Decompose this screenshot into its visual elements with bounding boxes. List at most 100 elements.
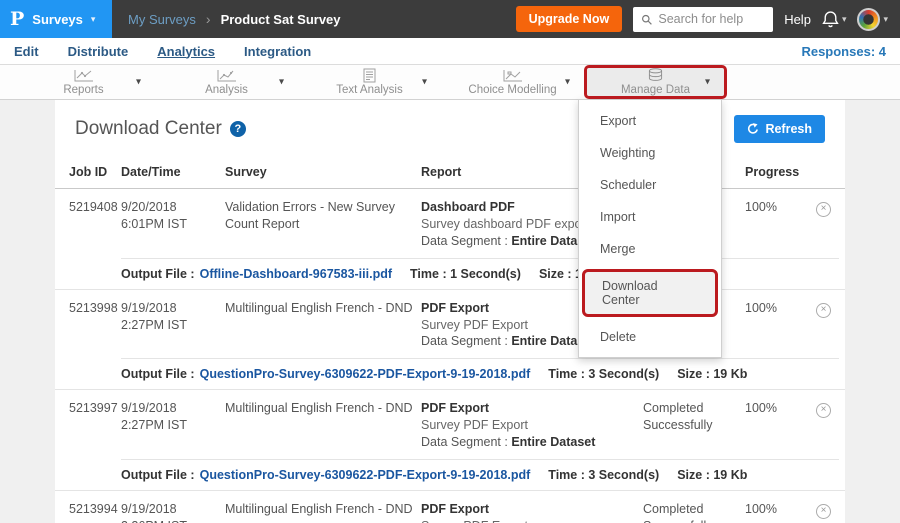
job-report: PDF Export Survey PDF Export Data Segmen… [421,501,643,523]
breadcrumb: My Surveys › Product Sat Survey [128,11,341,27]
menu-item-download-center[interactable]: Download Center [582,269,718,317]
job-survey: Multilingual English French - DND [225,501,421,523]
job-id: 5219408 [69,199,121,250]
help-link[interactable]: Help [784,12,811,27]
tab-integration[interactable]: Integration [244,44,311,59]
content-area: Download Center ? Refresh Job ID Date/Ti… [0,100,900,523]
job-datetime: 9/20/2018 6:01PM IST [121,199,225,250]
analysis-chart-icon [216,69,238,83]
chevron-down-icon[interactable]: ▾ [136,77,141,88]
job-progress: 100% [745,300,797,351]
refresh-button[interactable]: Refresh [734,115,825,143]
segment-label: Data Segment : [421,334,511,348]
toolbar-label: Analysis [205,84,248,96]
responses-count[interactable]: Responses: 4 [801,44,886,59]
output-file-label: Output File : [121,367,195,381]
upgrade-now-button[interactable]: Upgrade Now [516,6,623,32]
output-file-link[interactable]: QuestionPro-Survey-6309622-PDF-Export-9-… [200,367,531,381]
toolbar-item-text-analysis[interactable]: Text Analysis ▾ [298,65,441,99]
col-header-progress: Progress [745,165,797,179]
output-file-link[interactable]: Offline-Dashboard-967583-iii.pdf [200,267,392,281]
chevron-down-icon[interactable]: ▾ [565,77,570,88]
toolbar-item-reports[interactable]: Reports ▾ [12,65,155,99]
download-center-panel: Download Center ? Refresh Job ID Date/Ti… [55,100,845,523]
cancel-job-icon[interactable]: × [816,403,831,418]
breadcrumb-my-surveys[interactable]: My Surveys [128,12,196,27]
output-file-link[interactable]: QuestionPro-Survey-6309622-PDF-Export-9-… [200,468,531,482]
job-progress: 100% [745,400,797,451]
menu-item-delete[interactable]: Delete [579,321,721,353]
chevron-down-icon: ▾ [91,14,96,25]
chevron-down-icon[interactable]: ▾ [279,77,284,88]
search-input[interactable] [658,12,765,26]
breadcrumb-separator-icon: › [206,11,211,27]
col-header-actions [797,165,831,179]
product-switcher[interactable]: P Surveys ▾ [0,0,112,38]
chevron-down-icon: ▾ [883,14,888,25]
refresh-icon [747,123,759,135]
tab-edit[interactable]: Edit [14,44,39,59]
segment-label: Data Segment : [421,435,511,449]
cancel-job-icon[interactable]: × [816,504,831,519]
job-survey: Multilingual English French - DND [225,400,421,451]
account-menu[interactable]: ▾ [857,8,888,31]
output-file-row: Output File : QuestionPro-Survey-6309622… [121,358,839,389]
job-progress: 100% [745,199,797,250]
job-datetime: 9/19/2018 2:26PM IST [121,501,225,523]
notifications-menu[interactable]: ▾ [822,10,847,29]
help-icon[interactable]: ? [230,121,246,137]
job-survey: Multilingual English French - DND [225,300,421,351]
job-status: Completed Successfully [643,400,745,451]
toolbar-item-choice-modelling[interactable]: Choice Modelling ▾ [441,65,584,99]
app-window: P Surveys ▾ My Surveys › Product Sat Sur… [0,0,900,523]
toolbar-item-manage-data[interactable]: Manage Data ▾ [584,65,727,99]
menu-item-weighting[interactable]: Weighting [579,137,721,169]
search-icon [641,13,652,26]
menu-item-import[interactable]: Import [579,201,721,233]
report-subtitle: Survey PDF Export [421,518,635,523]
cancel-job-icon[interactable]: × [816,202,831,217]
toolbar-label: Text Analysis [336,84,402,96]
job-progress: 100% [745,501,797,523]
output-file-label: Output File : [121,267,195,281]
toolbar-item-analysis[interactable]: Analysis ▾ [155,65,298,99]
table-row: 5213997 9/19/2018 2:27PM IST Multilingua… [55,390,845,491]
manage-data-dropdown: Export Weighting Scheduler Import Merge … [578,99,722,358]
document-icon [363,69,376,83]
product-menu-label: Surveys [32,12,83,27]
analytics-toolbar: Reports ▾ Analysis ▾ Text Analysis ▾ Cho… [0,65,900,100]
output-time: Time : 3 Second(s) [548,367,659,381]
table-row: 5219408 9/20/2018 6:01PM IST Validation … [55,189,845,290]
table-row: 5213998 9/19/2018 2:27PM IST Multilingua… [55,290,845,391]
topbar-actions: Upgrade Now Help ▾ ▾ [516,6,900,32]
tab-analytics[interactable]: Analytics [157,44,215,59]
job-datetime: 9/19/2018 2:27PM IST [121,300,225,351]
chevron-down-icon[interactable]: ▾ [705,77,710,88]
questionpro-logo-icon: P [10,8,24,30]
job-status: Completed Successfully [643,501,745,523]
table-header: Job ID Date/Time Survey Report Progress [55,156,845,189]
output-time: Time : 3 Second(s) [548,468,659,482]
output-file-row: Output File : QuestionPro-Survey-6309622… [121,459,839,490]
job-datetime: 9/19/2018 2:27PM IST [121,400,225,451]
refresh-label: Refresh [765,122,812,136]
output-time: Time : 1 Second(s) [410,267,521,281]
report-title: PDF Export [421,501,635,518]
menu-item-scheduler[interactable]: Scheduler [579,169,721,201]
top-bar: P Surveys ▾ My Surveys › Product Sat Sur… [0,0,900,38]
menu-item-export[interactable]: Export [579,105,721,137]
help-search[interactable] [633,7,773,32]
chevron-down-icon[interactable]: ▾ [422,77,427,88]
page-title: Download Center [75,118,222,140]
menu-item-merge[interactable]: Merge [579,233,721,265]
col-header-job-id: Job ID [69,165,121,179]
segment-value: Entire Dataset [511,435,595,449]
tab-distribute[interactable]: Distribute [68,44,129,59]
toolbar-label: Choice Modelling [468,84,556,96]
toolbar-label: Manage Data [621,84,690,96]
report-subtitle: Survey PDF Export [421,417,635,434]
output-file-label: Output File : [121,468,195,482]
job-id: 5213998 [69,300,121,351]
bell-icon [822,10,839,29]
cancel-job-icon[interactable]: × [816,303,831,318]
